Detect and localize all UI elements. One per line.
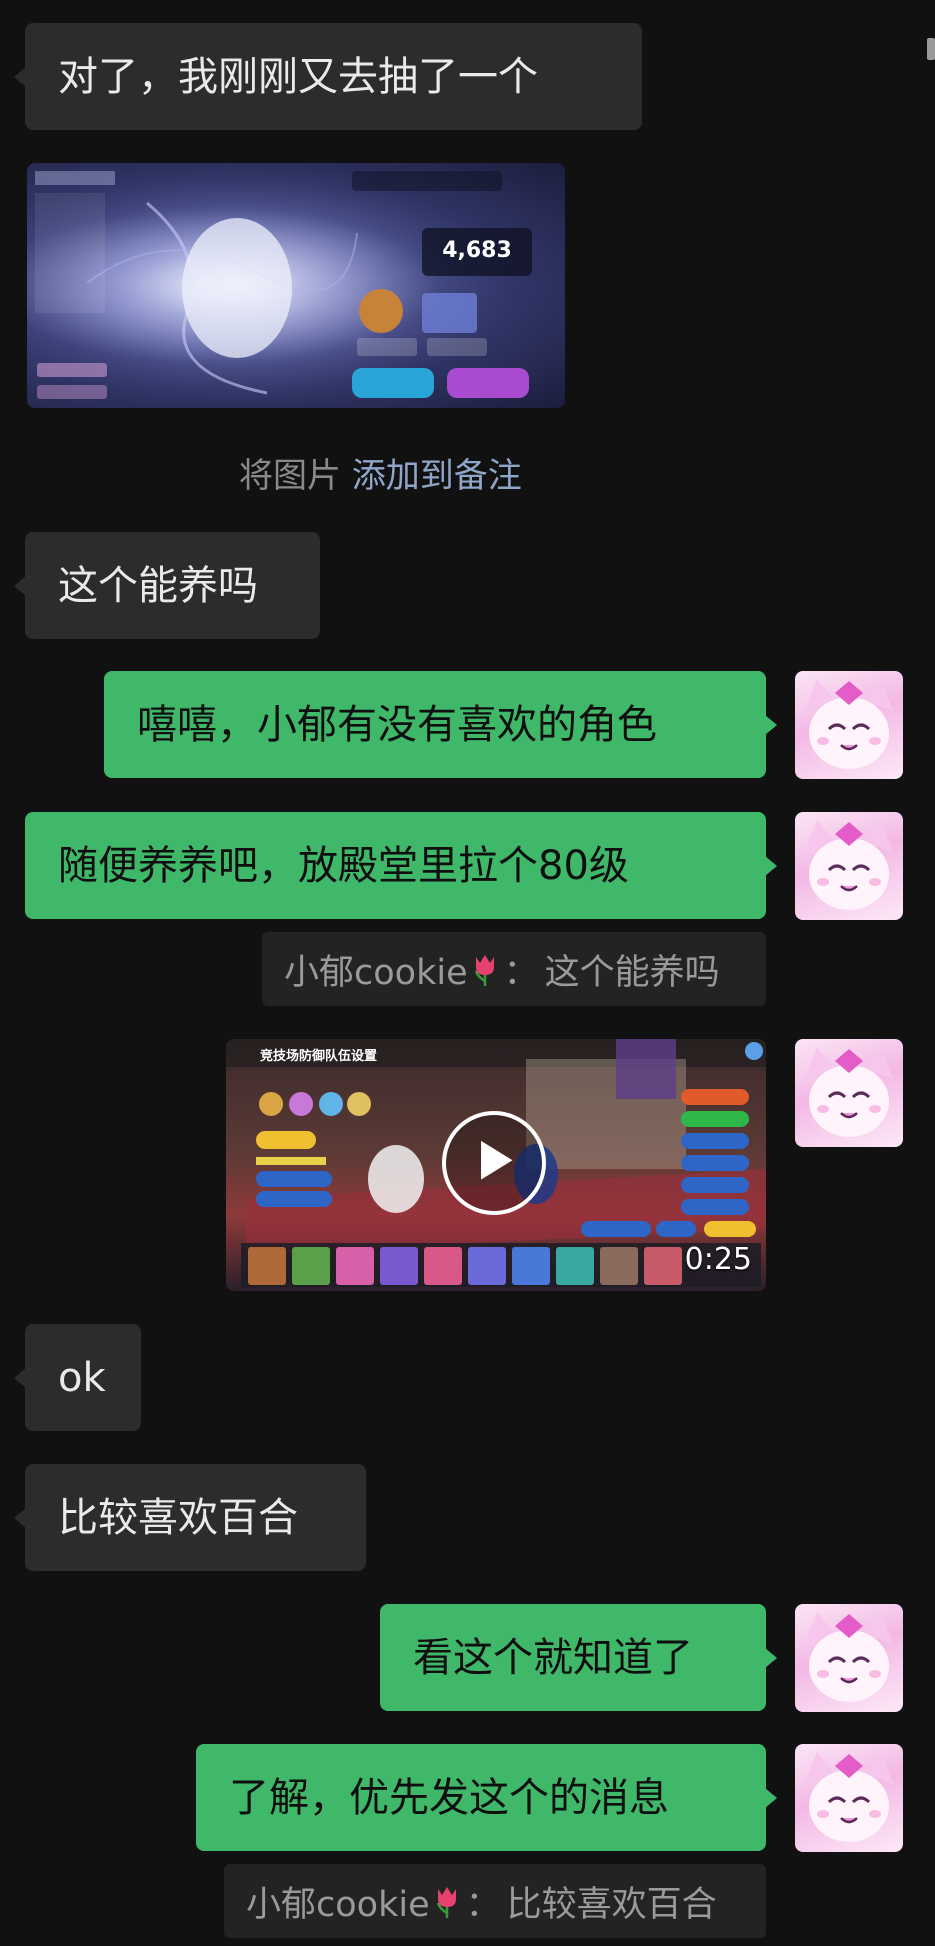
image-message[interactable]: 4,683 [27,163,565,408]
quoted-reply[interactable]: 小郁cookie ： 这个能养吗 [262,932,766,1006]
scrollbar-thumb[interactable] [927,38,935,60]
quote-sender: 小郁cookie [246,1884,430,1925]
message-incoming[interactable]: ok [14,1324,141,1431]
pink-cat-character-avatar-icon [805,1047,893,1137]
quote-separator: ： [503,952,539,993]
avatar[interactable] [795,1744,903,1852]
play-icon [481,1140,513,1180]
quote-separator: ： [465,1884,501,1925]
avatar[interactable] [795,1039,903,1147]
add-image-to-note-hint: 将图片 添加到备注 [239,448,522,497]
quoted-reply[interactable]: 小郁cookie ： 比较喜欢百合 [224,1864,766,1938]
message-outgoing[interactable]: 看这个就知道了 [380,1604,777,1711]
message-text: 这个能养吗 [58,562,258,609]
image-score-label: 4,683 [442,238,512,263]
message-text: 嘻嘻，小郁有没有喜欢的角色 [137,701,657,748]
message-outgoing[interactable]: 随便养养吧，放殿堂里拉个80级 [25,812,777,919]
tulip-emoji-icon [474,955,494,986]
pink-cat-character-avatar-icon [805,820,893,910]
add-to-note-link[interactable]: 添加到备注 [352,456,522,496]
quote-sender: 小郁cookie [284,952,468,993]
message-incoming[interactable]: 比较喜欢百合 [14,1464,366,1571]
message-incoming[interactable]: 对了，我刚刚又去抽了一个 [14,23,642,130]
pink-cat-character-avatar-icon [805,1752,893,1842]
avatar[interactable] [795,1604,903,1712]
pink-cat-character-avatar-icon [805,1612,893,1702]
hint-prefix: 将图片 [239,456,341,496]
message-text: 比较喜欢百合 [58,1494,298,1541]
pink-cat-character-avatar-icon [805,679,893,769]
avatar[interactable] [795,812,903,920]
play-button[interactable] [442,1111,546,1215]
video-message[interactable]: 竞技场防御队伍设置 0:25 [226,1039,766,1291]
avatar[interactable] [795,671,903,779]
message-text: 随便养养吧，放殿堂里拉个80级 [58,842,629,889]
video-duration: 0:25 [684,1242,752,1277]
game-screenshot-image [27,163,565,408]
message-text: ok [58,1354,106,1401]
message-outgoing[interactable]: 了解，优先发这个的消息 [196,1744,777,1851]
quote-text: 这个能养吗 [544,952,720,993]
video-title: 竞技场防御队伍设置 [260,1049,378,1064]
message-incoming[interactable]: 这个能养吗 [14,532,320,639]
message-text: 看这个就知道了 [413,1634,693,1681]
tulip-emoji-icon [436,1887,456,1918]
message-outgoing[interactable]: 嘻嘻，小郁有没有喜欢的角色 [104,671,777,778]
message-text: 对了，我刚刚又去抽了一个 [58,53,538,100]
quote-text: 比较喜欢百合 [506,1884,717,1925]
message-text: 了解，优先发这个的消息 [229,1774,669,1821]
